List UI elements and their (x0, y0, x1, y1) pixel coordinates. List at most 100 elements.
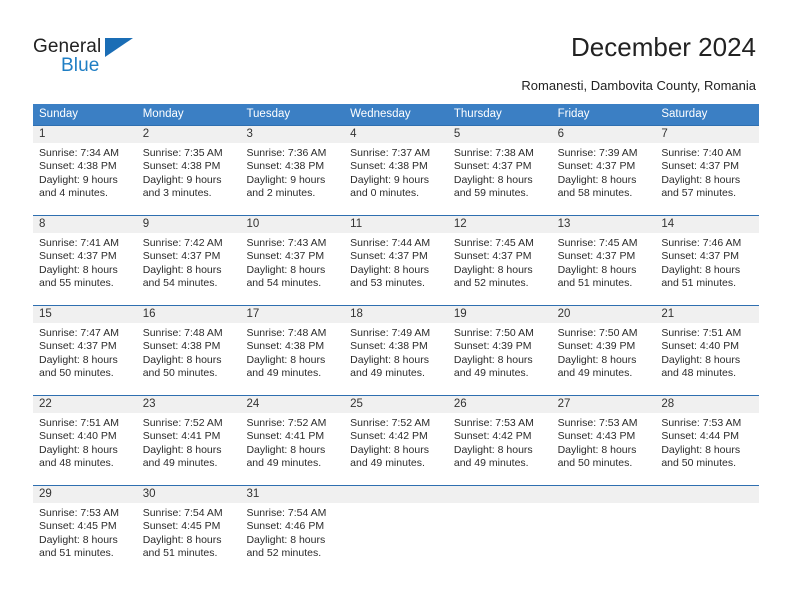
day-number-18[interactable]: 18 (344, 306, 448, 323)
day-cell-19[interactable]: Sunrise: 7:50 AM Sunset: 4:39 PM Daylight:… (448, 323, 552, 395)
day-number-empty (344, 486, 448, 503)
day-cell-15[interactable]: Sunrise: 7:47 AM Sunset: 4:37 PM Daylight:… (33, 323, 137, 395)
day-cell-9[interactable]: Sunrise: 7:42 AM Sunset: 4:37 PM Daylight:… (137, 233, 241, 305)
day-cell-5[interactable]: Sunrise: 7:38 AM Sunset: 4:37 PM Daylight:… (448, 143, 552, 215)
day-number-24[interactable]: 24 (240, 396, 344, 413)
day-number-4[interactable]: 4 (344, 126, 448, 143)
day-number-25[interactable]: 25 (344, 396, 448, 413)
day-cell-14[interactable]: Sunrise: 7:46 AM Sunset: 4:37 PM Daylight:… (655, 233, 759, 305)
day-number-1[interactable]: 1 (33, 126, 137, 143)
day-number-13[interactable]: 13 (552, 216, 656, 233)
day-number-10[interactable]: 10 (240, 216, 344, 233)
day-detail-line: Sunrise: 7:45 AM (453, 237, 534, 249)
day-number-27[interactable]: 27 (552, 396, 656, 413)
day-detail-line: and 51 minutes. (142, 547, 218, 560)
day-cell-4[interactable]: Sunrise: 7:37 AM Sunset: 4:38 PM Daylight:… (344, 143, 448, 215)
day-number-9[interactable]: 9 (137, 216, 241, 233)
day-number-3[interactable]: 3 (240, 126, 344, 143)
day-number-16[interactable]: 16 (137, 306, 241, 323)
day-cell-18[interactable]: Sunrise: 7:49 AM Sunset: 4:38 PM Daylight:… (344, 323, 448, 395)
day-number-2[interactable]: 2 (137, 126, 241, 143)
day-number-28[interactable]: 28 (655, 396, 759, 413)
day-number-15[interactable]: 15 (33, 306, 137, 323)
day-detail-line: Daylight: 8 hours (246, 533, 326, 546)
day-detail-line: Sunset: 4:37 PM (39, 340, 117, 353)
day-detail-line: and 48 minutes. (661, 367, 737, 380)
day-cell-31[interactable]: Sunrise: 7:54 AM Sunset: 4:46 PM Daylight:… (240, 503, 344, 575)
day-number-5[interactable]: 5 (448, 126, 552, 143)
day-cell-13[interactable]: Sunrise: 7:45 AM Sunset: 4:37 PM Daylight:… (552, 233, 656, 305)
day-cell-26[interactable]: Sunrise: 7:53 AM Sunset: 4:42 PM Daylight:… (448, 413, 552, 485)
day-number-23[interactable]: 23 (137, 396, 241, 413)
day-detail-line: Daylight: 9 hours (39, 173, 118, 186)
day-cell-8[interactable]: Sunrise: 7:41 AM Sunset: 4:37 PM Daylight:… (33, 233, 137, 305)
day-number-12[interactable]: 12 (448, 216, 552, 233)
day-number-19[interactable]: 19 (448, 306, 552, 323)
week-date-strip: 22 23 24 25 26 27 28 (33, 396, 759, 413)
day-detail-line: Sunset: 4:39 PM (557, 340, 636, 353)
blue-triangle-icon (105, 38, 133, 57)
day-cell-21[interactable]: Sunrise: 7:51 AM Sunset: 4:40 PM Daylight:… (655, 323, 759, 395)
day-cell-16[interactable]: Sunrise: 7:48 AM Sunset: 4:38 PM Daylight:… (137, 323, 241, 395)
day-cell-27[interactable]: Sunrise: 7:53 AM Sunset: 4:43 PM Daylight:… (552, 413, 656, 485)
day-detail-line: Sunset: 4:44 PM (661, 430, 739, 443)
day-number-30[interactable]: 30 (137, 486, 241, 503)
day-number-29[interactable]: 29 (33, 486, 137, 503)
day-cell-24[interactable]: Sunrise: 7:52 AM Sunset: 4:41 PM Daylight:… (240, 413, 344, 485)
day-detail-line: Sunset: 4:46 PM (246, 520, 325, 533)
day-cell-3[interactable]: Sunrise: 7:36 AM Sunset: 4:38 PM Daylight:… (240, 143, 344, 215)
day-number-21[interactable]: 21 (655, 306, 759, 323)
brand-logo[interactable]: General Blue (33, 36, 153, 84)
day-number-8[interactable]: 8 (33, 216, 137, 233)
day-number-11[interactable]: 11 (344, 216, 448, 233)
day-cell-11[interactable]: Sunrise: 7:44 AM Sunset: 4:37 PM Daylight:… (344, 233, 448, 305)
day-cell-12[interactable]: Sunrise: 7:45 AM Sunset: 4:37 PM Daylight:… (448, 233, 552, 305)
day-detail-line: Sunrise: 7:52 AM (246, 417, 327, 429)
day-detail-line: and 2 minutes. (246, 187, 316, 200)
day-number-17[interactable]: 17 (240, 306, 344, 323)
day-cell-29[interactable]: Sunrise: 7:53 AM Sunset: 4:45 PM Daylight:… (33, 503, 137, 575)
day-cell-2[interactable]: Sunrise: 7:35 AM Sunset: 4:38 PM Daylight:… (137, 143, 241, 215)
day-detail-line: Daylight: 8 hours (142, 353, 222, 366)
day-cell-empty (552, 503, 656, 575)
day-detail-line: and 51 minutes. (661, 277, 737, 290)
day-detail-line: Sunrise: 7:53 AM (39, 507, 119, 519)
day-cell-22[interactable]: Sunrise: 7:51 AM Sunset: 4:40 PM Daylight:… (33, 413, 137, 485)
day-detail-line: Sunset: 4:38 PM (246, 340, 325, 353)
day-cell-23[interactable]: Sunrise: 7:52 AM Sunset: 4:41 PM Daylight:… (137, 413, 241, 485)
day-detail-line: Daylight: 8 hours (142, 263, 222, 276)
day-number-7[interactable]: 7 (655, 126, 759, 143)
day-detail-line: Daylight: 8 hours (246, 443, 326, 456)
day-number-26[interactable]: 26 (448, 396, 552, 413)
day-detail-line: and 49 minutes. (246, 367, 322, 380)
day-detail-line: and 49 minutes. (142, 457, 218, 470)
logo-secondary-text: Blue (61, 55, 100, 76)
day-cell-25[interactable]: Sunrise: 7:52 AM Sunset: 4:42 PM Daylight:… (344, 413, 448, 485)
day-detail-line: Daylight: 9 hours (142, 173, 222, 186)
day-detail-line: and 53 minutes. (350, 277, 425, 290)
day-detail-line: and 58 minutes. (557, 187, 633, 200)
day-cell-1[interactable]: Sunrise: 7:34 AM Sunset: 4:38 PM Daylight:… (33, 143, 137, 215)
day-cell-28[interactable]: Sunrise: 7:53 AM Sunset: 4:44 PM Daylight:… (655, 413, 759, 485)
day-cell-17[interactable]: Sunrise: 7:48 AM Sunset: 4:38 PM Daylight:… (240, 323, 344, 395)
day-number-22[interactable]: 22 (33, 396, 137, 413)
calendar-week-row: 8 9 10 11 12 13 14 Sunrise: 7:41 AM Sunset: 4:37… (33, 215, 759, 305)
day-cell-7[interactable]: Sunrise: 7:40 AM Sunset: 4:37 PM Daylight:… (655, 143, 759, 215)
calendar-week-row: 1 2 3 4 5 6 7 Sunrise: 7:34 AM Sunset: 4:38 PM Da… (33, 125, 759, 215)
day-cell-20[interactable]: Sunrise: 7:50 AM Sunset: 4:39 PM Daylight:… (552, 323, 656, 395)
day-detail-line: and 54 minutes. (246, 277, 322, 290)
day-detail-line: and 49 minutes. (350, 367, 425, 380)
calendar-weeks: 1 2 3 4 5 6 7 Sunrise: 7:34 AM Sunset: 4:38 PM Da… (33, 125, 759, 575)
day-detail-line: Daylight: 8 hours (453, 443, 533, 456)
day-number-14[interactable]: 14 (655, 216, 759, 233)
day-detail-line: Sunrise: 7:48 AM (246, 327, 327, 339)
day-number-31[interactable]: 31 (240, 486, 344, 503)
day-detail-line: Sunrise: 7:54 AM (142, 507, 223, 519)
day-detail-line: Daylight: 8 hours (453, 173, 533, 186)
weekday-header-sunday: Sunday (39, 108, 79, 120)
day-cell-6[interactable]: Sunrise: 7:39 AM Sunset: 4:37 PM Daylight:… (552, 143, 656, 215)
day-number-20[interactable]: 20 (552, 306, 656, 323)
day-number-6[interactable]: 6 (552, 126, 656, 143)
day-cell-10[interactable]: Sunrise: 7:43 AM Sunset: 4:37 PM Daylight:… (240, 233, 344, 305)
day-cell-30[interactable]: Sunrise: 7:54 AM Sunset: 4:45 PM Daylight:… (137, 503, 241, 575)
